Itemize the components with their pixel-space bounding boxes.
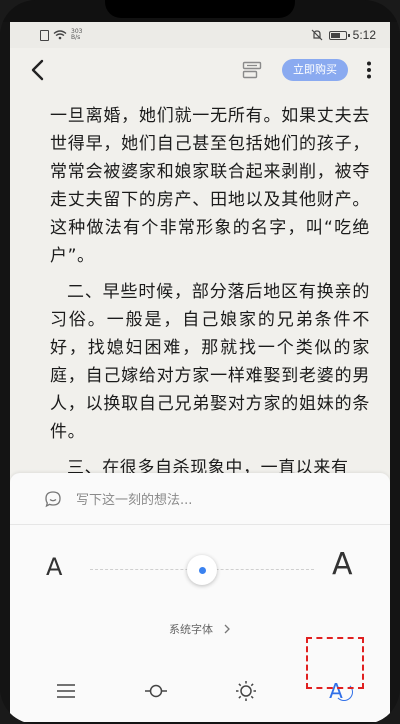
more-options-button[interactable] xyxy=(362,58,376,82)
tab-progress[interactable] xyxy=(136,671,176,711)
paragraph: 三、在很多自杀现象中，一直以来有 xyxy=(67,458,349,474)
typeface-label: 系统字体 xyxy=(169,623,213,636)
thought-placeholder: 写下这一刻的想法... xyxy=(76,493,193,508)
back-button[interactable] xyxy=(30,55,60,85)
book-catalog-icon xyxy=(242,61,262,79)
screen: 303 B/s 5:12 立即购买 一旦离婚，她们就一无所有。如果丈夫去世得早，… xyxy=(10,22,390,722)
network-speed: 303 B/s xyxy=(71,28,83,41)
mute-icon xyxy=(311,29,323,41)
status-bar: 303 B/s 5:12 xyxy=(10,22,390,48)
chat-bubble-icon xyxy=(45,490,61,507)
progress-icon xyxy=(145,684,167,698)
paragraph: 一旦离婚，她们就一无所有。如果丈夫去世得早，她们自己甚至包括她们的孩子，常常会被… xyxy=(50,106,370,266)
catalog-button[interactable] xyxy=(238,56,266,84)
status-time: 5:12 xyxy=(352,28,376,42)
wifi-icon xyxy=(53,30,67,40)
tab-menu[interactable] xyxy=(46,671,86,711)
paragraph: 二、早些时候，部分落后地区有换亲的习俗。一般是，自己娘家的兄弟条件不好，找媳妇困… xyxy=(50,282,370,442)
phone-frame: 303 B/s 5:12 立即购买 一旦离婚，她们就一无所有。如果丈夫去世得早，… xyxy=(0,0,400,724)
decrease-font-button[interactable]: A xyxy=(46,553,62,581)
slider-dot xyxy=(198,566,206,574)
highlight-annotation xyxy=(306,637,364,689)
sim-card-icon xyxy=(40,29,49,41)
menu-icon xyxy=(57,684,75,698)
typeface-selector[interactable]: 系统字体 xyxy=(10,619,390,639)
reading-content: 一旦离婚，她们就一无所有。如果丈夫去世得早，她们自己甚至包括她们的孩子，常常会被… xyxy=(10,102,390,474)
back-arrow-icon xyxy=(31,59,44,81)
thought-input[interactable]: 写下这一刻的想法... xyxy=(10,473,390,525)
settings-panel: 写下这一刻的想法... A A 系统字体 A xyxy=(10,473,390,722)
slider-thumb[interactable] xyxy=(187,555,217,585)
buy-now-button[interactable]: 立即购买 xyxy=(282,59,348,81)
increase-font-button[interactable]: A xyxy=(332,547,353,582)
chevron-right-icon xyxy=(224,624,230,634)
status-left: 303 B/s xyxy=(40,29,85,41)
status-right: 5:12 xyxy=(311,28,376,42)
tab-brightness[interactable] xyxy=(226,671,266,711)
notch xyxy=(105,0,295,18)
reader-toolbar: 立即购买 xyxy=(10,48,390,92)
font-size-row: A A xyxy=(10,545,390,593)
more-vertical-icon xyxy=(367,61,371,79)
battery-icon xyxy=(328,30,350,40)
brightness-icon xyxy=(236,681,256,701)
